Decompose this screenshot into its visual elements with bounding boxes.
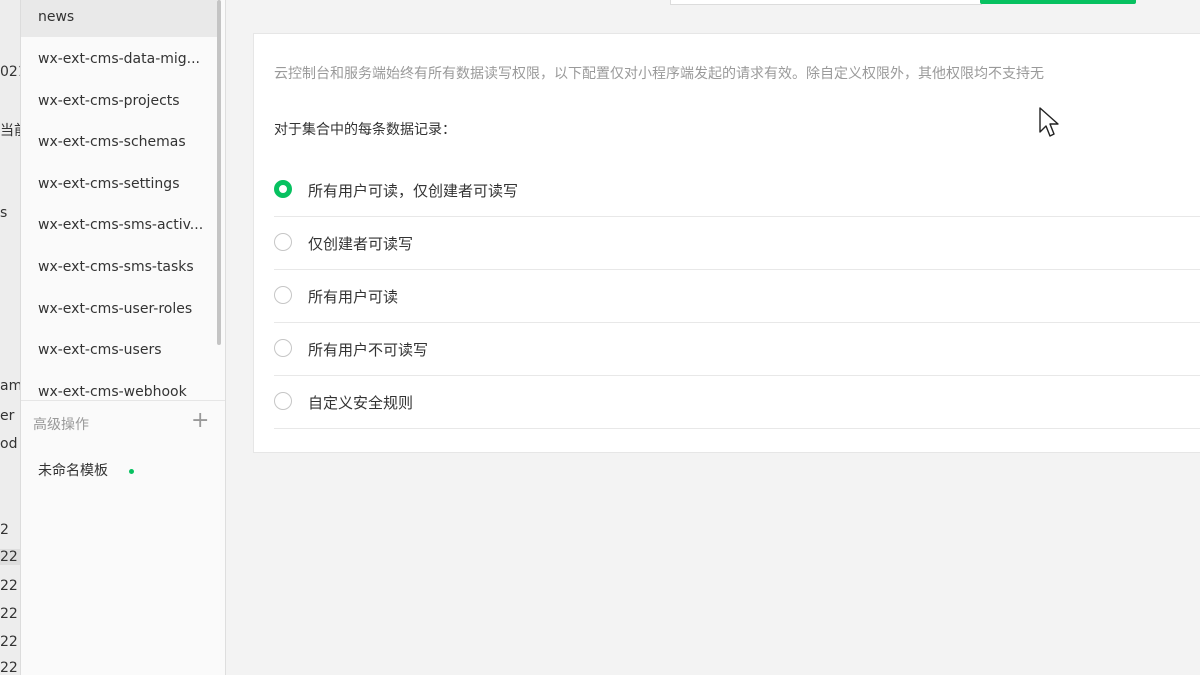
permission-option-label: 所有用户不可读写 (308, 341, 429, 359)
collection-item[interactable]: wx-ext-cms-sms-activ... (21, 205, 217, 245)
collection-item[interactable]: wx-ext-cms-users (21, 330, 217, 370)
permission-option-label: 自定义安全规则 (308, 394, 414, 412)
left-fragment: s (0, 205, 8, 221)
radio-button[interactable] (274, 339, 292, 357)
left-fragment: am (0, 378, 21, 394)
permission-description: 云控制台和服务端始终有所有数据读写权限，以下配置仅对小程序端发起的请求有效。除自… (274, 66, 1044, 82)
collection-item[interactable]: wx-ext-cms-sms-tasks (21, 247, 217, 287)
status-dot-icon (129, 469, 134, 474)
left-fragment: er (0, 408, 15, 424)
permission-option-1[interactable]: 所有用户可读，仅创建者可读写 (274, 164, 1200, 217)
unnamed-template-item[interactable]: 未命名模板 (38, 460, 108, 480)
radio-button-checked[interactable] (274, 180, 292, 198)
top-primary-button[interactable] (980, 0, 1136, 4)
permission-question: 对于集合中的每条数据记录： (274, 122, 456, 138)
collection-list: news wx-ext-cms-data-mig... wx-ext-cms-p… (21, 0, 226, 675)
plus-icon[interactable]: + (191, 409, 209, 433)
radio-button[interactable] (274, 233, 292, 251)
permission-settings-panel: 云控制台和服务端始终有所有数据读写权限，以下配置仅对小程序端发起的请求有效。除自… (253, 33, 1200, 453)
collection-list-scroll: news wx-ext-cms-data-mig... wx-ext-cms-p… (21, 0, 217, 400)
permission-option-3[interactable]: 所有用户可读 (274, 270, 1200, 323)
left-fragment: 22 (0, 606, 18, 622)
left-fragment: 22 (0, 634, 18, 650)
left-fragment: od (0, 436, 18, 452)
permission-option-label: 仅创建者可读写 (308, 235, 414, 253)
permission-option-label: 所有用户可读 (308, 288, 399, 306)
radio-button[interactable] (274, 392, 292, 410)
permission-option-2[interactable]: 仅创建者可读写 (274, 217, 1200, 270)
left-fragment: 22 (0, 660, 18, 675)
collection-item[interactable]: wx-ext-cms-user-roles (21, 289, 217, 329)
collection-item[interactable]: wx-ext-cms-projects (21, 81, 217, 121)
collection-item-news[interactable]: news (21, 0, 217, 37)
radio-button[interactable] (274, 286, 292, 304)
left-fragment: 22 (0, 578, 18, 594)
permission-option-5[interactable]: 自定义安全规则 (274, 376, 1200, 429)
left-fragment: 2 (0, 522, 9, 538)
collection-list-scrollbar[interactable] (217, 0, 221, 345)
mouse-cursor-icon (1039, 107, 1059, 137)
collection-item[interactable]: wx-ext-cms-settings (21, 164, 217, 204)
top-input-field[interactable] (670, 0, 982, 5)
left-fragment: 22 (0, 549, 20, 565)
advanced-operations-header: 高级操作 + (21, 400, 225, 446)
left-panel-clipped: 021 当前 s am er od 2 22 22 22 22 22 (0, 0, 21, 675)
permission-option-4[interactable]: 所有用户不可读写 (274, 323, 1200, 376)
collection-item[interactable]: wx-ext-cms-webhook (21, 372, 217, 400)
left-fragment: 021 (0, 64, 20, 80)
collection-item[interactable]: wx-ext-cms-schemas (21, 122, 217, 162)
permission-option-label: 所有用户可读，仅创建者可读写 (308, 182, 519, 200)
collection-item[interactable]: wx-ext-cms-data-mig... (21, 39, 217, 79)
left-fragment: 当前 (0, 123, 20, 139)
advanced-operations-label: 高级操作 (33, 417, 89, 433)
